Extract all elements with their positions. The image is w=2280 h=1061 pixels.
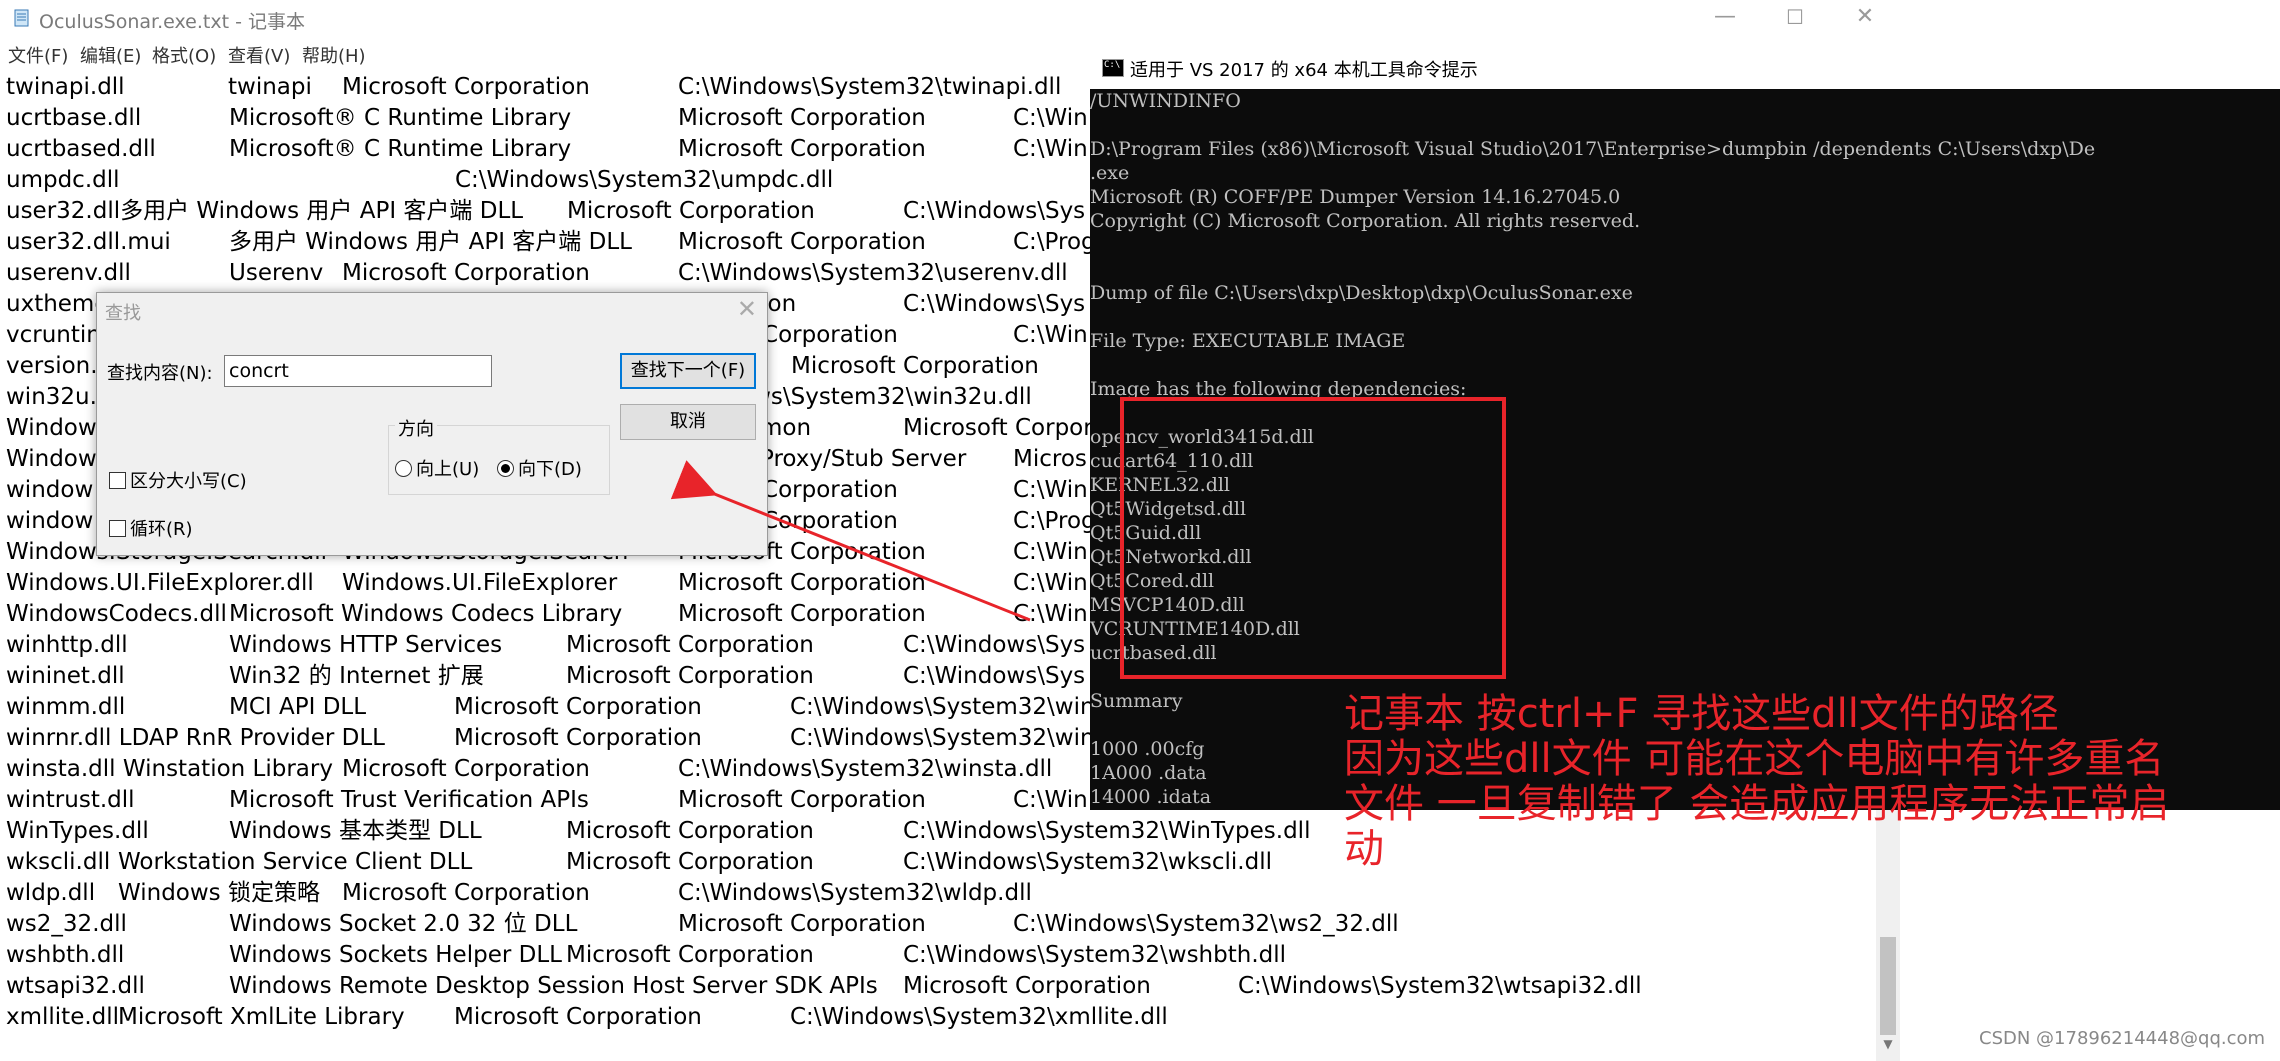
arrow-icon [670, 460, 1031, 622]
annotation-text: 记事本 按ctrl+F 寻找这些dll文件的路径 因为这些dll文件 可能在这个… [1344, 692, 2274, 872]
annotation-line: 记事本 按ctrl+F 寻找这些dll文件的路径 [1344, 691, 2059, 737]
annotation-line: 动 [1344, 826, 1384, 872]
annotation-line: 因为这些dll文件 可能在这个电脑中有许多重名 [1344, 736, 2165, 782]
watermark: CSDN @17896214448@qq.com [1979, 1028, 2266, 1049]
annotation-line: 文件 一旦复制错了 会造成应用程序无法正常启 [1344, 781, 2170, 827]
